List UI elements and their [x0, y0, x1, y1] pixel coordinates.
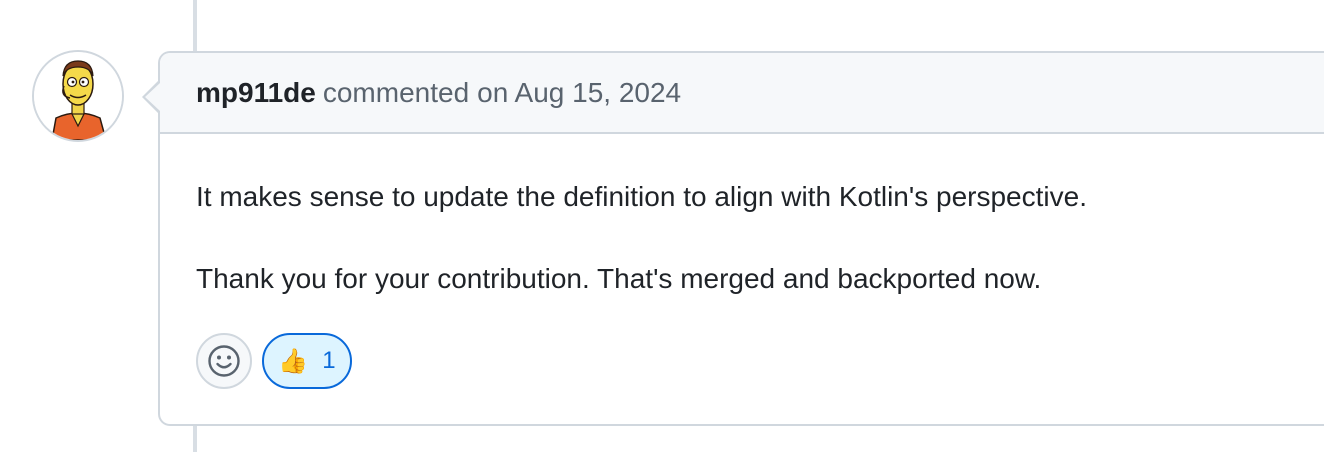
author-link[interactable]: mp911de — [196, 77, 316, 109]
thumbs-up-icon: 👍 — [278, 347, 309, 375]
avatar-image — [34, 52, 122, 140]
comment-body: It makes sense to update the definition … — [160, 134, 1324, 298]
add-reaction-button[interactable] — [196, 333, 252, 389]
comment-card: mp911de commented on Aug 15, 2024 It mak… — [158, 51, 1324, 426]
avatar[interactable] — [32, 50, 124, 142]
comment-timestamp[interactable]: on Aug 15, 2024 — [477, 77, 681, 109]
reaction-thumbs-up[interactable]: 👍 1 — [262, 333, 352, 389]
comment-paragraph: It makes sense to update the definition … — [196, 181, 1087, 212]
timeline: mp911de commented on Aug 15, 2024 It mak… — [0, 0, 1324, 452]
comment-paragraph: Thank you for your contribution. That's … — [196, 263, 1042, 294]
comment-action-text: commented — [322, 76, 470, 108]
smiley-icon — [208, 345, 240, 377]
comment-header: mp911de commented on Aug 15, 2024 — [160, 53, 1324, 134]
reaction-count: 1 — [322, 347, 336, 374]
reactions-bar: 👍 1 — [196, 333, 352, 389]
comment-pointer-fill — [145, 83, 160, 111]
